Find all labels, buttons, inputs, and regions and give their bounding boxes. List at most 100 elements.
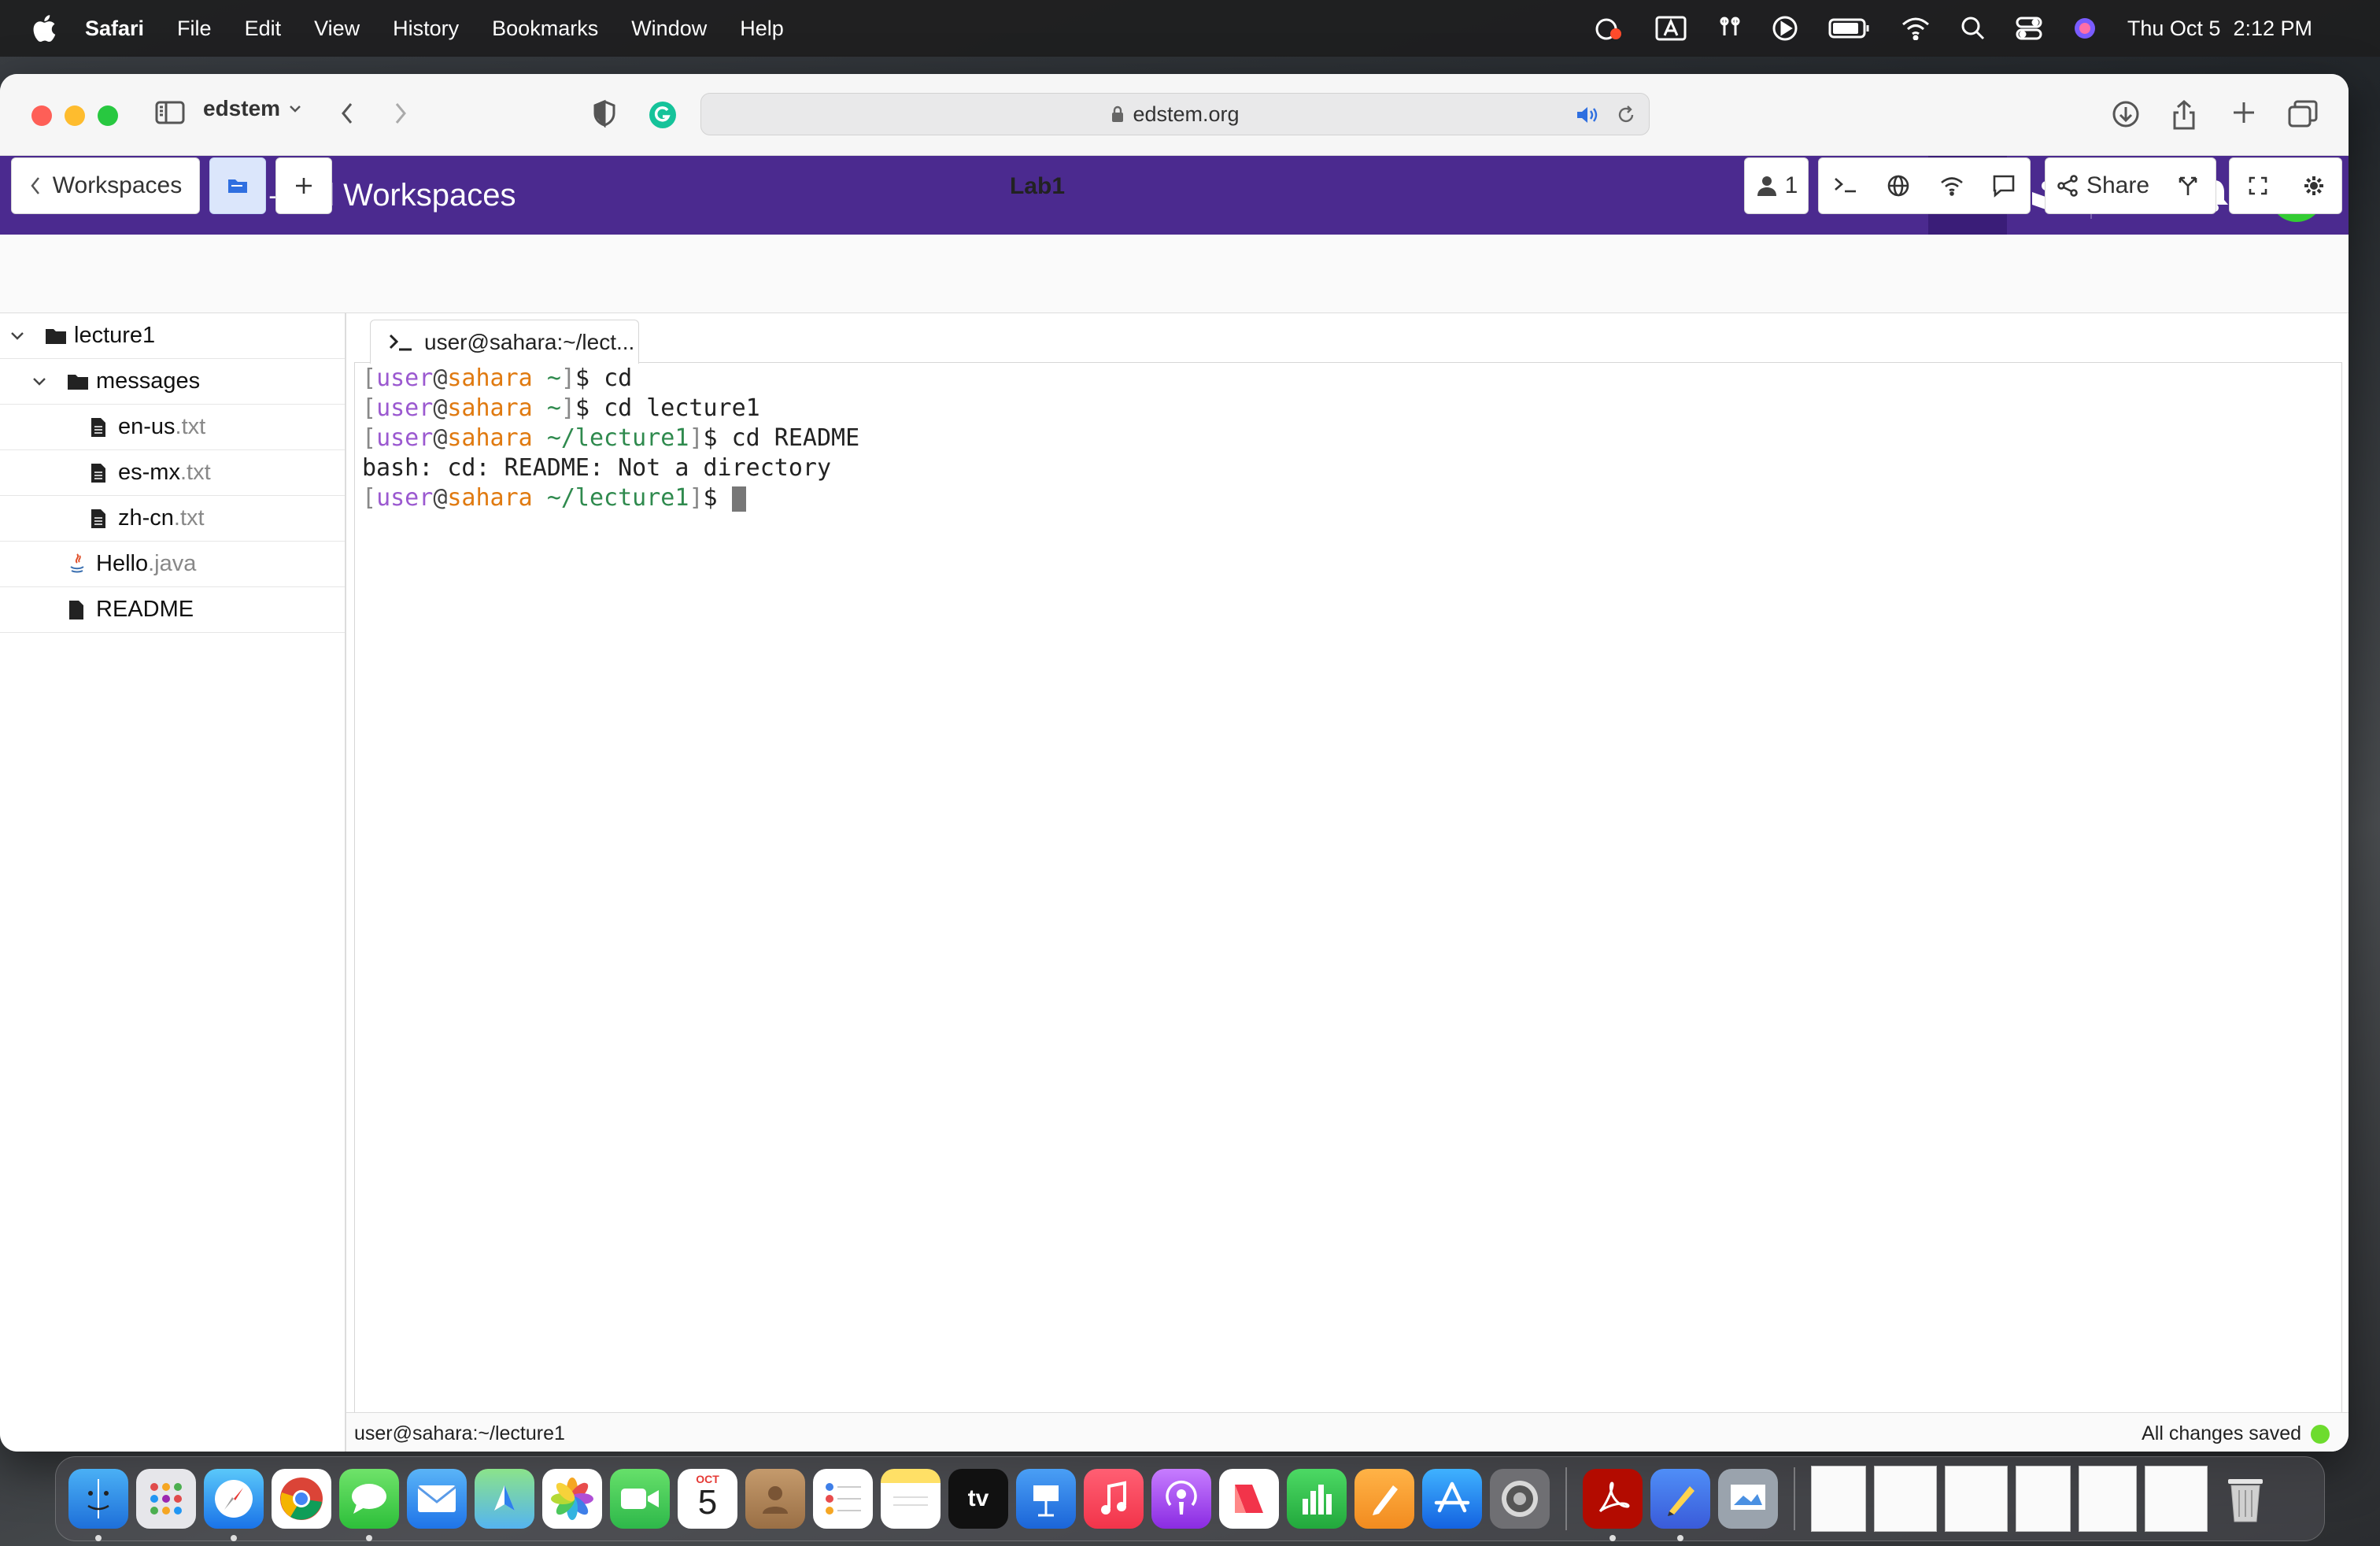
contacts-icon[interactable] [745, 1469, 805, 1529]
fullscreen-button[interactable] [2230, 157, 2286, 214]
tab-overview-icon[interactable] [2287, 99, 2319, 133]
terminal-output[interactable]: [user@sahara ~]$ cd [user@sahara ~]$ cd l… [362, 364, 859, 513]
control-center-icon[interactable] [2016, 16, 2042, 41]
menu-window[interactable]: Window [631, 17, 707, 41]
app-store-icon[interactable] [1422, 1469, 1482, 1529]
chevron-down-icon[interactable] [9, 331, 25, 342]
back-icon[interactable] [337, 99, 357, 131]
recent-document-thumbnail[interactable] [1874, 1466, 1937, 1532]
fork-button[interactable] [2160, 157, 2216, 214]
podcasts-icon[interactable] [1151, 1469, 1211, 1529]
reminders-icon[interactable] [813, 1469, 873, 1529]
facetime-icon[interactable] [610, 1469, 670, 1529]
chevron-left-icon [31, 177, 39, 194]
chrome-icon[interactable] [272, 1469, 331, 1529]
menu-edit[interactable]: Edit [245, 17, 282, 41]
cloud-sync-icon[interactable] [1592, 15, 1624, 42]
reload-icon[interactable] [1616, 105, 1636, 125]
collaborators-button[interactable]: 1 [1744, 157, 1809, 214]
news-icon[interactable] [1219, 1469, 1279, 1529]
recent-document-thumbnail[interactable] [2016, 1466, 2071, 1532]
spotlight-search-icon[interactable] [1961, 16, 1986, 41]
menu-file[interactable]: File [177, 17, 212, 41]
tree-file-hello-java[interactable]: Hello.java [0, 542, 345, 587]
save-status: All changes saved [2142, 1422, 2330, 1445]
recent-document-thumbnail[interactable] [1945, 1466, 2008, 1532]
trash-icon[interactable] [2216, 1469, 2275, 1529]
globe-icon [1887, 175, 1909, 197]
chevron-down-icon[interactable] [31, 376, 47, 387]
chat-button[interactable] [1979, 157, 2031, 214]
mail-icon[interactable] [407, 1469, 467, 1529]
menu-clock[interactable]: Thu Oct 5 2:12 PM [2127, 17, 2312, 41]
terminal-panel[interactable] [354, 362, 2342, 1452]
menu-view[interactable]: View [314, 17, 360, 41]
menu-help[interactable]: Help [740, 17, 784, 41]
pages-icon[interactable] [1354, 1469, 1414, 1529]
share-label: Share [2086, 172, 2150, 198]
airpods-icon[interactable] [1718, 15, 1742, 42]
recent-document-thumbnail[interactable] [2145, 1466, 2208, 1532]
music-icon[interactable] [1084, 1469, 1144, 1529]
open-terminal-button[interactable] [1819, 157, 1872, 214]
recent-document-thumbnail[interactable] [2079, 1466, 2137, 1532]
privacy-shield-icon[interactable] [592, 99, 617, 131]
network-button[interactable] [1925, 157, 1979, 214]
now-playing-icon[interactable] [1772, 15, 1798, 42]
tree-folder-messages[interactable]: messages [0, 359, 345, 405]
toggle-file-tree-button[interactable] [209, 157, 266, 214]
menu-app-name[interactable]: Safari [85, 17, 144, 41]
tree-file-en-us[interactable]: en-us.txt [0, 405, 345, 450]
acrobat-icon[interactable] [1583, 1469, 1643, 1541]
keynote-icon[interactable] [1016, 1469, 1076, 1529]
zoom-window-button[interactable] [98, 105, 118, 126]
tree-file-es-mx[interactable]: es-mx.txt [0, 450, 345, 496]
siri-icon[interactable] [2072, 16, 2097, 41]
system-settings-icon[interactable] [1490, 1469, 1550, 1529]
tree-folder-lecture1[interactable]: lecture1 [0, 313, 345, 359]
menu-history[interactable]: History [393, 17, 459, 41]
file-extension: .txt [179, 460, 211, 485]
numbers-icon[interactable] [1287, 1469, 1347, 1529]
minimize-window-button[interactable] [65, 105, 85, 126]
maps-icon[interactable] [475, 1469, 534, 1529]
menu-bookmarks[interactable]: Bookmarks [492, 17, 598, 41]
share-icon[interactable] [2171, 99, 2197, 135]
close-window-button[interactable] [31, 105, 52, 126]
keyboard-input-icon[interactable] [1654, 15, 1688, 42]
grammarly-extension-icon[interactable] [647, 99, 678, 135]
script-editor-icon[interactable] [1650, 1469, 1710, 1541]
sidebar-toggle-icon[interactable] [154, 99, 186, 130]
notes-icon[interactable] [881, 1469, 941, 1529]
terminal-tab[interactable]: user@sahara:~/lect... [370, 320, 639, 364]
web-preview-button[interactable] [1872, 157, 1926, 214]
calendar-icon[interactable]: OCT 5 [678, 1469, 737, 1529]
add-button[interactable] [275, 157, 332, 214]
settings-button[interactable] [2286, 157, 2341, 214]
apple-tv-label: tv [967, 1485, 989, 1511]
tree-file-zh-cn[interactable]: zh-cn.txt [0, 496, 345, 542]
new-tab-icon[interactable] [2230, 99, 2257, 130]
wifi-icon[interactable] [1901, 17, 1931, 40]
preview-icon[interactable] [1718, 1469, 1778, 1529]
file-extension: .txt [175, 414, 206, 439]
apple-tv-icon[interactable]: tv [948, 1469, 1008, 1529]
downloads-icon[interactable] [2111, 99, 2141, 133]
messages-icon[interactable] [339, 1469, 399, 1541]
battery-icon[interactable] [1828, 17, 1871, 40]
back-to-workspaces-button[interactable]: Workspaces [11, 157, 200, 214]
wifi-icon [1940, 177, 1963, 196]
file-tree: lecture1 messages en-us.txt es-mx.txt zh… [0, 313, 346, 1452]
share-button[interactable]: Share [2046, 157, 2160, 214]
apple-icon[interactable] [30, 13, 57, 44]
tree-file-readme[interactable]: README [0, 587, 345, 633]
tab-group-selector[interactable]: edstem [203, 96, 302, 121]
finder-icon[interactable] [68, 1469, 128, 1541]
audio-playing-icon[interactable] [1575, 105, 1600, 125]
forward-icon[interactable] [390, 99, 411, 131]
recent-document-thumbnail[interactable] [1811, 1466, 1866, 1532]
address-bar[interactable]: edstem.org [700, 93, 1650, 135]
photos-icon[interactable] [542, 1469, 602, 1529]
safari-icon[interactable] [204, 1469, 264, 1541]
launchpad-icon[interactable] [136, 1469, 196, 1529]
